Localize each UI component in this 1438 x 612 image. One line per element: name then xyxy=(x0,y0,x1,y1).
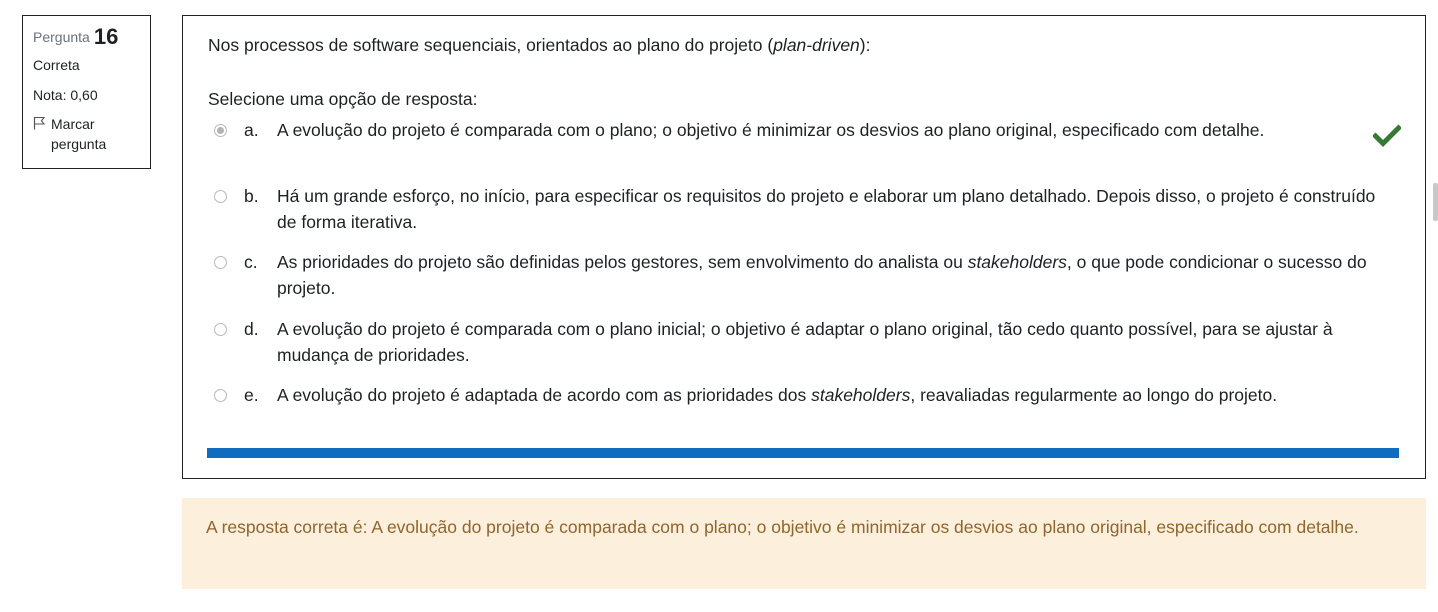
option-letter: e. xyxy=(244,385,259,405)
option-text: As prioridades do projeto são definidas … xyxy=(277,252,1367,298)
question-number: 16 xyxy=(93,24,119,49)
flag-question-link[interactable]: Marcar pergunta xyxy=(33,114,140,154)
option-letter: c. xyxy=(244,252,258,272)
correct-check-icon xyxy=(1373,124,1401,148)
radio-option-e[interactable] xyxy=(214,389,227,402)
question-label: Pergunta xyxy=(33,29,90,45)
option-text: A evolução do projeto é adaptada de acor… xyxy=(277,385,1278,405)
question-grade: Nota: 0,60 xyxy=(33,87,98,103)
answer-prompt: Selecione uma opção de resposta: xyxy=(208,89,478,109)
option-letter: b. xyxy=(244,186,259,206)
question-number-line: Pergunta 16 xyxy=(33,24,140,50)
question-text-start: Nos processos de software sequenciais, o… xyxy=(208,35,774,55)
flag-question-label: Marcar pergunta xyxy=(51,116,107,152)
option-text: Há um grande esforço, no início, para es… xyxy=(277,186,1376,232)
radio-option-d[interactable] xyxy=(214,323,227,336)
option-text: A evolução do projeto é comparada com o … xyxy=(277,120,1265,140)
question-text-italic: plan-driven xyxy=(773,35,860,55)
correct-answer-feedback: A resposta correta é: A evolução do proj… xyxy=(182,498,1426,589)
answer-option-b[interactable]: b. Há um grande esforço, no início, para… xyxy=(214,183,1404,235)
question-content-box: Nos processos de software sequenciais, o… xyxy=(182,15,1426,479)
option-letter: a. xyxy=(244,120,259,140)
question-info-panel: Pergunta 16 Correta Nota: 0,60 Marcar per… xyxy=(22,15,151,169)
question-state: Correta xyxy=(33,57,80,73)
radio-option-b[interactable] xyxy=(214,190,227,203)
radio-option-c[interactable] xyxy=(214,256,227,269)
option-text: A evolução do projeto é comparada com o … xyxy=(277,319,1333,365)
answer-option-a[interactable]: a. A evolução do projeto é comparada com… xyxy=(214,117,1404,143)
question-text-end: ): xyxy=(859,35,871,55)
scrollbar-thumb[interactable] xyxy=(1433,183,1438,221)
radio-option-a[interactable] xyxy=(214,124,227,137)
flag-icon xyxy=(33,116,46,130)
question-text: Nos processos de software sequenciais, o… xyxy=(208,34,870,56)
answer-option-e[interactable]: e. A evolução do projeto é adaptada de a… xyxy=(214,382,1404,408)
progress-bar xyxy=(207,448,1399,458)
answer-option-c[interactable]: c. As prioridades do projeto são definid… xyxy=(214,249,1404,301)
answer-option-d[interactable]: d. A evolução do projeto é comparada com… xyxy=(214,316,1404,368)
option-letter: d. xyxy=(244,319,259,339)
